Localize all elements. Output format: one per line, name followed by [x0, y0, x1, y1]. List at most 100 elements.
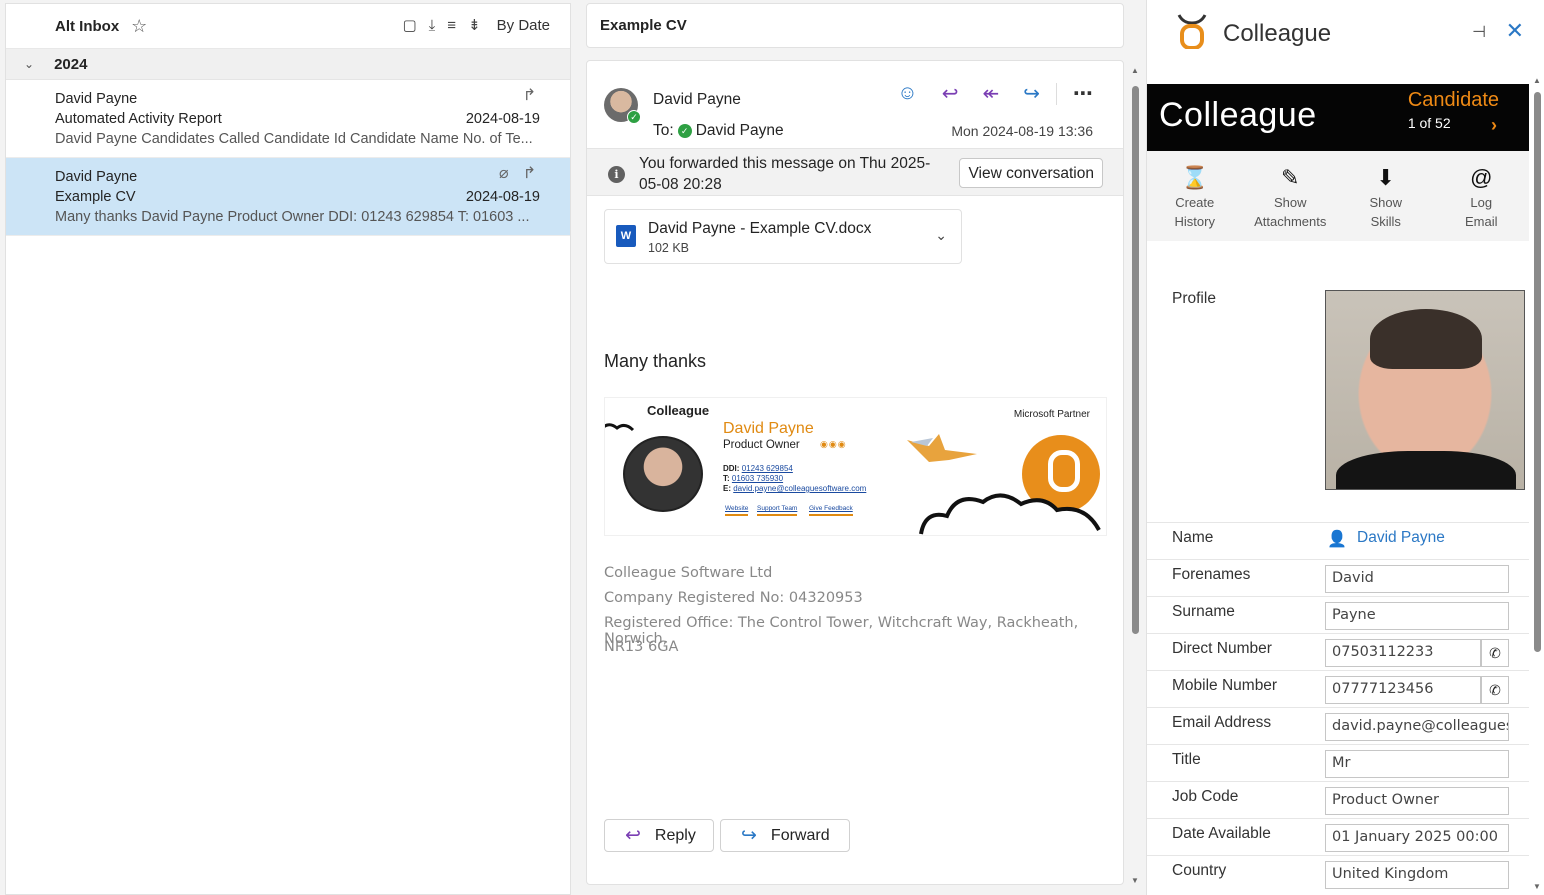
signature-link-support[interactable]: Support Team: [757, 505, 798, 516]
record-type: Candidate: [1407, 89, 1499, 111]
select-all-icon[interactable]: ▢: [402, 16, 416, 34]
field-row-date-available: Date Available 01 January 2025 00:00: [1147, 818, 1529, 855]
title-field[interactable]: Mr: [1325, 750, 1509, 778]
country-field[interactable]: United Kingdom: [1325, 861, 1509, 889]
candidate-name-link[interactable]: David Payne: [1357, 529, 1445, 547]
scroll-down-icon[interactable]: ▼: [1131, 876, 1139, 885]
log-email-button[interactable]: @ Log Email: [1434, 151, 1530, 241]
scrollbar-thumb[interactable]: [1132, 86, 1139, 634]
scrollbar-thumb[interactable]: [1534, 92, 1541, 652]
footer-postcode: NR13 6GA: [604, 639, 679, 655]
favorite-star-icon[interactable]: ☆: [131, 16, 147, 37]
to-label: To:: [653, 122, 674, 139]
message-subject: Example CV: [600, 17, 687, 34]
field-label: Surname: [1172, 603, 1235, 620]
folder-title: Alt Inbox: [55, 17, 120, 35]
cloud-graphic: [605, 423, 635, 432]
paperclip-icon: ✎: [1281, 165, 1300, 190]
create-history-button[interactable]: ⌛ Create History: [1147, 151, 1243, 241]
view-conversation-button[interactable]: View conversation: [959, 158, 1103, 188]
mobile-number-field[interactable]: 07777123456: [1325, 676, 1481, 704]
field-row-surname: Surname Payne: [1147, 596, 1529, 633]
field-row-mobile-number: Mobile Number 07777123456 ✆: [1147, 670, 1529, 707]
microsoft-partner-label: Microsoft Partner: [1013, 409, 1090, 420]
field-label: Name: [1172, 529, 1214, 546]
scroll-up-icon[interactable]: ▲: [1131, 66, 1139, 75]
message-list-pane: Alt Inbox ☆ ▢ ⤓ ≡ ⇟ By Date ⌄ 2024 David…: [5, 3, 571, 895]
forward-icon[interactable]: ↪: [1023, 81, 1040, 106]
mail-sender: David Payne: [55, 169, 138, 185]
field-label: Email Address: [1172, 714, 1272, 731]
phone-icon[interactable]: ✆: [1481, 639, 1509, 667]
field-row-country: Country United Kingdom: [1147, 855, 1529, 892]
scroll-down-icon[interactable]: ▼: [1533, 882, 1541, 891]
more-options-icon[interactable]: ⋯: [1073, 81, 1093, 106]
chevron-down-icon[interactable]: ⌄: [935, 227, 947, 244]
signature-link-feedback[interactable]: Give Feedback: [809, 505, 853, 516]
date-available-field[interactable]: 01 January 2025 00:00: [1325, 824, 1509, 852]
react-emoji-icon[interactable]: ☺: [897, 82, 917, 105]
word-document-icon: W: [616, 225, 636, 247]
forward-icon: ↪: [741, 825, 757, 846]
phone-icon[interactable]: ✆: [1481, 676, 1509, 704]
chevron-down-icon[interactable]: ⌄: [24, 57, 34, 71]
scroll-up-icon[interactable]: ▲: [1533, 76, 1541, 85]
email-field[interactable]: david.payne@colleagues: [1325, 713, 1509, 741]
group-label: 2024: [54, 55, 88, 73]
surname-field[interactable]: Payne: [1325, 602, 1509, 630]
filter-icon[interactable]: ≡: [447, 17, 456, 34]
forenames-field[interactable]: David: [1325, 565, 1509, 593]
show-attachments-button[interactable]: ✎ Show Attachments: [1243, 151, 1339, 241]
signature-name: David Payne: [723, 420, 814, 437]
mail-list-item[interactable]: David Payne Automated Activity Report 20…: [6, 80, 570, 158]
recipient-name[interactable]: David Payne: [696, 122, 784, 140]
sort-by-date-button[interactable]: By Date: [497, 17, 550, 34]
profile-label: Profile: [1172, 290, 1216, 307]
signature-email[interactable]: E: david.payne@colleaguesoftware.com: [723, 484, 866, 493]
field-row-title: Title Mr: [1147, 744, 1529, 781]
attachment-name: David Payne - Example CV.docx: [648, 220, 872, 237]
reading-pane-scrollbar[interactable]: ▲ ▼: [1131, 62, 1140, 888]
reply-button[interactable]: ↩ Reply: [604, 819, 714, 852]
sender-name[interactable]: David Payne: [653, 91, 741, 109]
at-icon: @: [1470, 165, 1493, 190]
divider: [1056, 82, 1057, 105]
field-label: Mobile Number: [1172, 677, 1278, 694]
reading-pane: ✓ David Payne To: ✓ David Payne ☺ ↩ ↞ ↪ …: [586, 60, 1124, 885]
forward-button[interactable]: ↪ Forward: [720, 819, 850, 852]
message-body-text: Many thanks: [604, 351, 707, 371]
addin-scrollbar[interactable]: ▲ ▼: [1532, 74, 1542, 895]
attachment-card[interactable]: W David Payne - Example CV.docx 102 KB ⌄: [604, 209, 962, 264]
mail-preview: Many thanks David Payne Product Owner DD…: [55, 209, 530, 225]
brand-wordmark: Colleague: [1159, 96, 1317, 134]
record-count: 1 of 52: [1407, 115, 1451, 131]
show-skills-button[interactable]: ⬇ Show Skills: [1338, 151, 1434, 241]
message-subject-bar: Example CV: [586, 3, 1124, 48]
reply-all-icon[interactable]: ↞: [982, 81, 999, 106]
addin-title: Colleague: [1223, 20, 1332, 47]
close-icon[interactable]: ✕: [1506, 18, 1524, 44]
mail-list-item-selected[interactable]: David Payne Example CV 2024-08-19 Many t…: [6, 158, 570, 236]
profile-photo: [1325, 290, 1525, 490]
field-label: Forenames: [1172, 566, 1251, 583]
signature-logo: Colleague: [647, 403, 710, 418]
social-icons[interactable]: ◉◉◉: [820, 439, 847, 450]
mail-sender: David Payne: [55, 91, 138, 107]
job-code-field[interactable]: Product Owner: [1325, 787, 1509, 815]
sort-icon[interactable]: ⇟: [468, 16, 481, 34]
mail-date: 2024-08-19: [465, 111, 540, 127]
group-header-2024[interactable]: ⌄ 2024: [6, 49, 570, 80]
pin-icon[interactable]: ⊣: [1472, 22, 1486, 42]
direct-number-field[interactable]: 07503112233: [1325, 639, 1481, 667]
sender-avatar[interactable]: ✓: [604, 88, 641, 124]
forwarded-info-text: You forwarded this message on Thu 2025-0…: [639, 155, 931, 193]
presence-available-icon: ✓: [627, 110, 641, 124]
forwarded-icon: ↱: [522, 87, 536, 104]
field-label: Job Code: [1172, 788, 1239, 805]
forwarded-info-bar: i You forwarded this message on Thu 2025…: [587, 148, 1123, 196]
reply-icon[interactable]: ↩: [942, 81, 959, 106]
list-toolbar: ▢ ⤓ ≡ ⇟ By Date: [402, 16, 550, 35]
next-record-icon[interactable]: ›: [1491, 115, 1497, 136]
signature-link-website[interactable]: Website: [725, 505, 749, 516]
jump-down-icon[interactable]: ⤓: [429, 17, 436, 34]
